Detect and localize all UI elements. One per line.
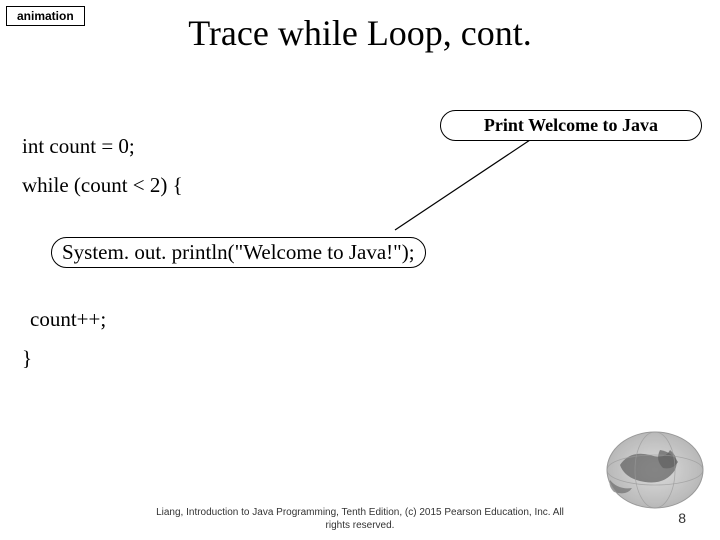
highlighted-println: System. out. println("Welcome to Java!")… xyxy=(51,237,426,268)
code-line-4: count++; xyxy=(22,307,702,332)
footer-line-1: Liang, Introduction to Java Programming,… xyxy=(156,507,564,518)
globe-decoration-icon xyxy=(560,410,710,510)
footer-citation: Liang, Introduction to Java Programming,… xyxy=(0,506,720,532)
code-block: int count = 0; while (count < 2) { Syste… xyxy=(22,120,702,385)
code-line-2: while (count < 2) { xyxy=(22,173,702,198)
slide-title: Trace while Loop, cont. xyxy=(0,12,720,54)
callout-box: Print Welcome to Java xyxy=(440,110,702,141)
page-number: 8 xyxy=(678,510,686,526)
code-line-5: } xyxy=(22,346,702,371)
footer-line-2: rights reserved. xyxy=(326,520,395,531)
code-line-3-wrapper: System. out. println("Welcome to Java!")… xyxy=(22,212,702,293)
